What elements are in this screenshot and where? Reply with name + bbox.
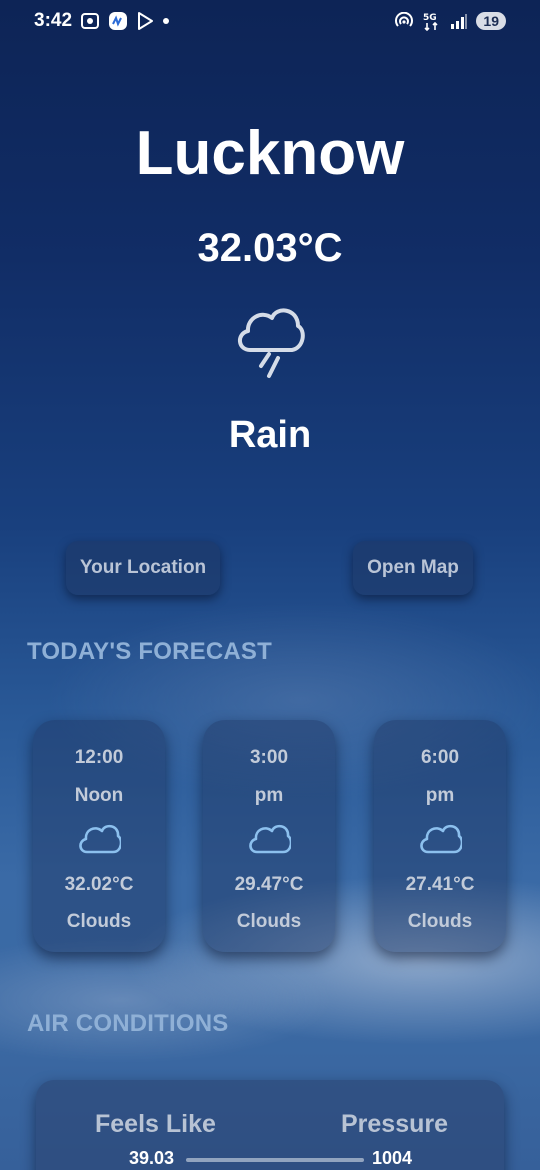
signal-icon: [450, 13, 468, 29]
scroll-indicator[interactable]: [186, 1158, 364, 1162]
city-name: Lucknow: [135, 119, 405, 188]
forecast-condition: Clouds: [236, 911, 302, 932]
forecast-section-title: TODAY'S FORECAST: [27, 638, 272, 665]
forecast-card: 3:00 pm 29.47°C Clouds: [203, 720, 335, 952]
cloud-icon: [77, 820, 123, 856]
forecast-period: pm: [254, 785, 284, 806]
feels-like-label: Feels Like: [95, 1110, 216, 1138]
forecast-condition: Clouds: [66, 911, 132, 932]
forecast-time: 12:00: [74, 747, 124, 768]
forecast-time: 3:00: [249, 747, 289, 768]
forecast-temperature: 32.02°C: [64, 874, 134, 895]
pressure-label: Pressure: [341, 1110, 449, 1138]
hotspot-icon: [394, 12, 414, 30]
status-left: 3:42: [34, 10, 170, 32]
app-notification-icon: [108, 11, 128, 31]
forecast-condition: Clouds: [407, 911, 473, 932]
screenshot-icon: [80, 12, 100, 30]
your-location-button[interactable]: Your Location: [66, 541, 220, 595]
svg-text:5G: 5G: [423, 13, 437, 23]
forecast-temperature: 27.41°C: [405, 874, 475, 895]
forecast-card: 12:00 Noon 32.02°C Clouds: [33, 720, 165, 952]
forecast-period: Noon: [74, 785, 124, 806]
pressure-value: 1004: [372, 1148, 413, 1168]
forecast-time: 6:00: [420, 747, 460, 768]
rain-cloud-icon: [232, 300, 308, 380]
current-temperature: 32.03°C: [197, 226, 343, 270]
battery-indicator: 19: [476, 12, 506, 30]
status-right: 5G 19: [394, 11, 506, 31]
air-conditions-card: Feels Like Pressure 39.03 1004: [36, 1080, 504, 1170]
feels-like-value: 39.03: [129, 1148, 175, 1168]
network-5g-icon: 5G: [422, 11, 442, 31]
cloud-icon: [247, 820, 293, 856]
forecast-period: pm: [425, 785, 455, 806]
air-conditions-section-title: AIR CONDITIONS: [27, 1010, 229, 1037]
forecast-card: 6:00 pm 27.41°C Clouds: [374, 720, 506, 952]
more-dot-icon: [162, 17, 170, 25]
cloud-icon: [418, 820, 464, 856]
status-time: 3:42: [34, 10, 73, 31]
open-map-button[interactable]: Open Map: [353, 541, 473, 595]
play-store-icon: [136, 11, 154, 31]
current-condition: Rain: [228, 414, 312, 456]
status-bar: 3:42 5G 19: [0, 0, 540, 42]
forecast-temperature: 29.47°C: [234, 874, 304, 895]
